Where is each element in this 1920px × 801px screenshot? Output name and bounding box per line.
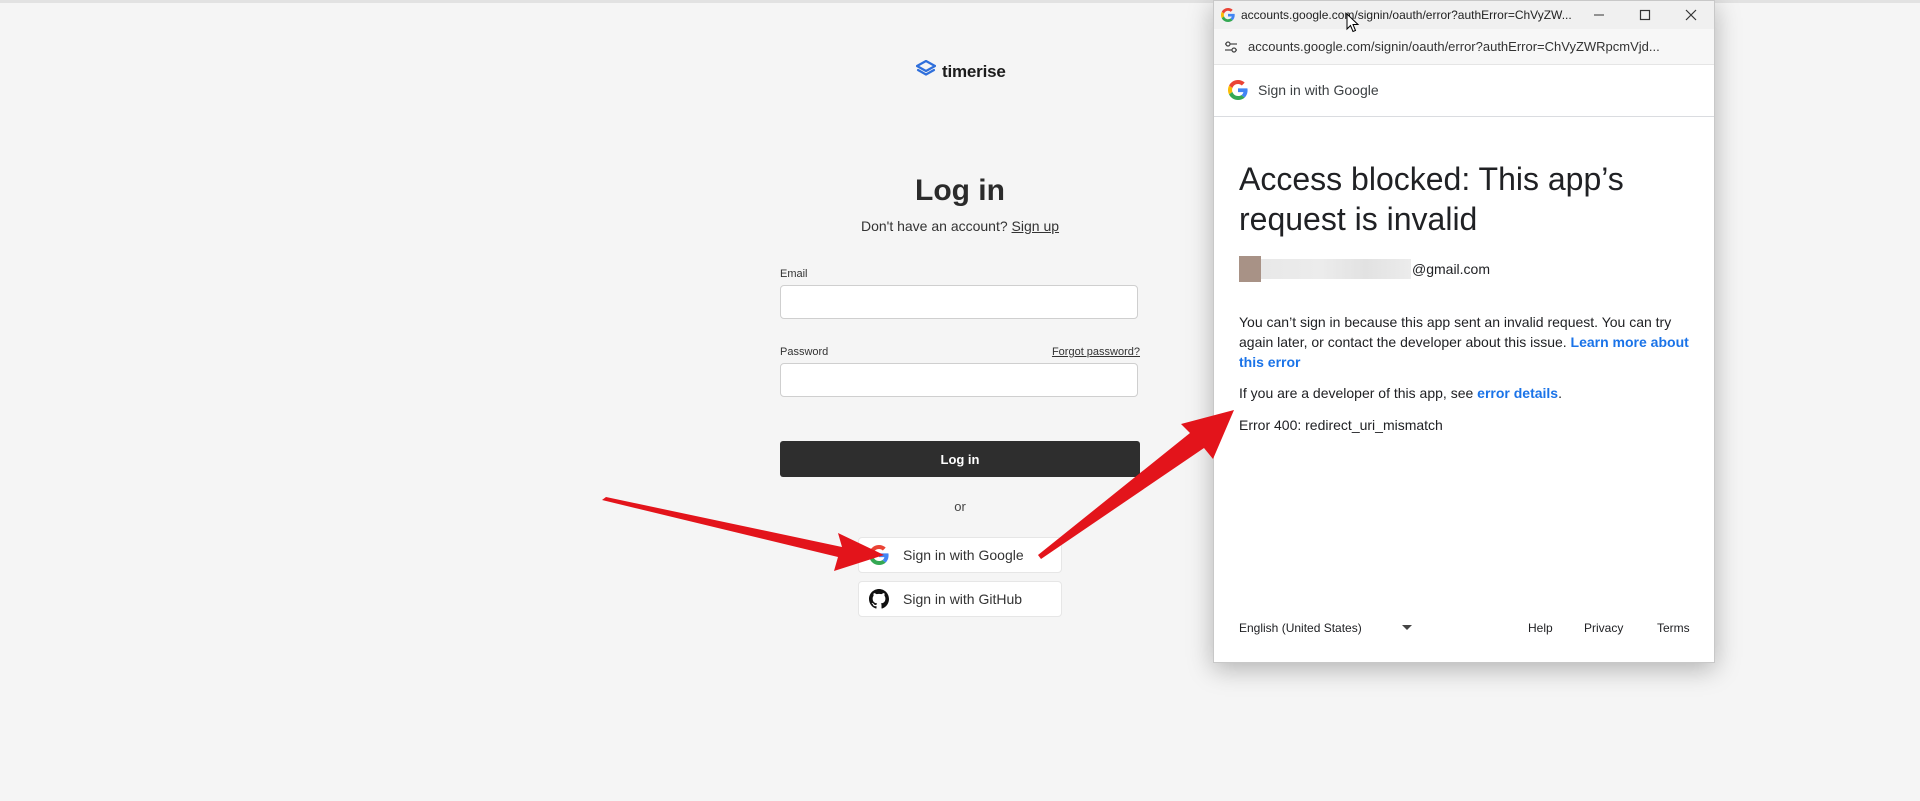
terms-link[interactable]: Terms [1657,621,1690,635]
window-title: accounts.google.com/signin/oauth/error?a… [1241,8,1572,22]
password-label: Password [780,346,829,358]
site-settings-icon[interactable] [1224,40,1238,53]
login-button[interactable]: Log in [780,441,1140,477]
address-bar[interactable]: accounts.google.com/signin/oauth/error?a… [1214,29,1714,65]
brand-logo[interactable]: timerise [915,59,1006,83]
google-g-icon [1221,8,1235,22]
help-link[interactable]: Help [1528,621,1553,635]
google-g-icon [1228,80,1248,100]
address-url[interactable]: accounts.google.com/signin/oauth/error?a… [1248,39,1698,54]
password-field[interactable] [780,363,1138,397]
error-message: You can’t sign in because this app sent … [1239,312,1689,372]
cursor-icon [1346,13,1360,33]
github-signin-button[interactable]: Sign in with GitHub [858,581,1062,617]
timerise-logo-icon [915,59,937,83]
no-account-text: Don't have an account? [860,218,1008,234]
window-controls [1576,1,1714,29]
google-header-text: Sign in with Google [1258,82,1379,98]
google-g-icon [869,545,889,565]
minimize-icon[interactable] [1576,1,1622,29]
or-divider: or [954,499,966,514]
language-selector[interactable]: English (United States) [1239,621,1412,635]
google-signin-popup-window: accounts.google.com/signin/oauth/error?a… [1213,0,1715,663]
email-label: Email [780,268,808,280]
maximize-icon[interactable] [1622,1,1668,29]
developer-period: . [1558,385,1562,401]
brand-name: timerise [942,61,1006,81]
github-icon [869,589,889,609]
email-field[interactable] [780,285,1138,319]
signup-prompt: Don't have an account? Sign up [760,218,1160,234]
google-signin-button[interactable]: Sign in with Google [858,537,1062,573]
google-signin-header: Sign in with Google [1214,64,1714,117]
page-title: Log in [915,174,1005,207]
privacy-link[interactable]: Privacy [1584,621,1623,635]
close-icon[interactable] [1668,1,1714,29]
developer-note: If you are a developer of this app, see … [1239,385,1689,401]
email-domain: @gmail.com [1412,261,1491,277]
error-code: Error 400: redirect_uri_mismatch [1239,417,1443,433]
arrow-to-popup [1038,410,1234,559]
forgot-password-link[interactable]: Forgot password? [1052,346,1140,358]
account-chip: @gmail.com [1239,256,1490,282]
error-heading: Access blocked: This app’s request is in… [1239,161,1624,237]
github-signin-label: Sign in with GitHub [903,591,1023,607]
language-label: English (United States) [1239,621,1362,635]
window-titlebar[interactable]: accounts.google.com/signin/oauth/error?a… [1214,1,1714,29]
signup-link[interactable]: Sign up [1012,218,1059,234]
redacted-email [1261,259,1411,279]
google-signin-label: Sign in with Google [903,547,1024,563]
error-details-link[interactable]: error details [1477,385,1558,401]
developer-text: If you are a developer of this app, see [1239,385,1474,401]
popup-footer: English (United States) Help Privacy Ter… [1214,621,1714,641]
chevron-down-icon [1401,625,1412,631]
avatar [1239,256,1261,282]
